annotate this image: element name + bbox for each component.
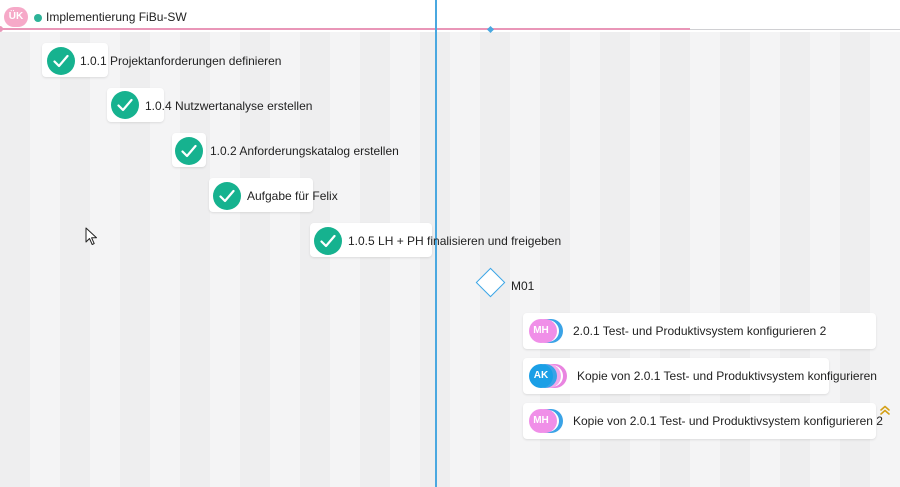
task-label: Kopie von 2.0.1 Test- und Produktivsyste… (573, 414, 883, 428)
assignee-avatar-stack[interactable]: AK (529, 364, 567, 388)
project-name[interactable]: Implementierung FiBu-SW (46, 10, 187, 24)
gantt-canvas[interactable]: ÜK Implementierung FiBu-SW 1.0.1 Projekt… (0, 0, 900, 487)
milestone-label: M01 (511, 279, 535, 293)
avatar[interactable]: MH (529, 409, 553, 433)
assignee-avatar-stack[interactable]: MH (529, 319, 563, 343)
project-progress-track[interactable] (0, 28, 690, 30)
check-circle-icon[interactable] (314, 227, 342, 255)
avatar[interactable]: MH (529, 319, 553, 343)
check-circle-icon[interactable] (47, 47, 75, 75)
project-avatar[interactable]: ÜK (4, 7, 28, 27)
check-circle-icon[interactable] (111, 91, 139, 119)
task-label: Kopie von 2.0.1 Test- und Produktivsyste… (577, 369, 877, 383)
task-label: 1.0.2 Anforderungskatalog erstellen (210, 144, 399, 158)
check-circle-icon[interactable] (175, 137, 203, 165)
timeline-track (690, 29, 900, 30)
task-label: Aufgabe für Felix (247, 189, 338, 203)
assignee-avatar-stack[interactable]: MH (529, 409, 563, 433)
task-label: 1.0.4 Nutzwertanalyse erstellen (145, 99, 313, 113)
day-column (180, 0, 210, 487)
day-column (120, 0, 150, 487)
task-label: 1.0.5 LH + PH finalisieren und freigeben (348, 234, 562, 248)
double-chevron-up-icon (879, 403, 891, 421)
task-label: 1.0.1 Projektanforderungen definieren (80, 54, 282, 68)
project-status-dot (34, 14, 42, 22)
day-column (0, 0, 30, 487)
check-circle-icon[interactable] (213, 182, 241, 210)
mouse-pointer-icon (85, 227, 99, 252)
day-column (240, 0, 270, 487)
avatar[interactable]: AK (529, 364, 553, 388)
task-label: 2.0.1 Test- und Produktivsystem konfigur… (573, 324, 827, 338)
